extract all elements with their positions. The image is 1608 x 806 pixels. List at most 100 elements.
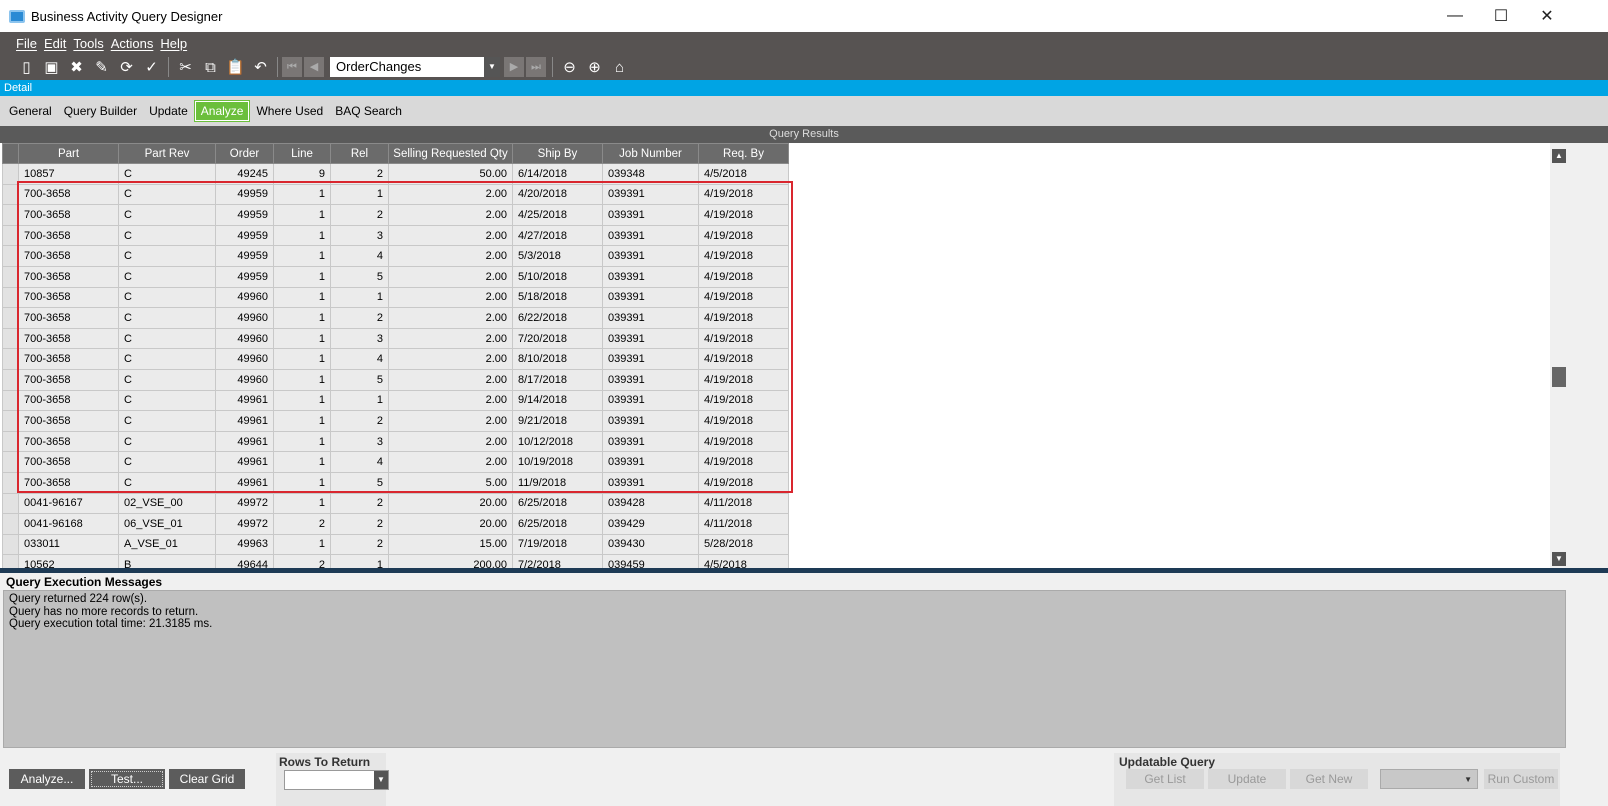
clear-icon[interactable]: ✓ [139,58,164,76]
menu-tools[interactable]: Tools [73,36,103,51]
column-header[interactable]: Req. By [698,143,789,164]
column-header[interactable]: Selling Requested Qty [388,143,513,164]
analyze-button[interactable]: Analyze... [9,769,85,789]
first-record-icon[interactable]: ⏮ [282,57,302,77]
table-row[interactable]: 0041-96168 06_VSE_01 49972 2 2 20.00 6/25/2018… [2,513,789,535]
menu-actions[interactable]: Actions [111,36,154,51]
table-cell[interactable]: 6/25/2018 [512,513,603,535]
column-header[interactable]: Order [215,143,274,164]
table-cell[interactable]: 49963 [215,533,274,556]
column-header[interactable]: Part [18,143,119,164]
table-cell[interactable]: 49972 [215,492,274,515]
attach-icon[interactable]: ✎ [89,58,114,76]
table-cell[interactable]: 7/2/2018 [512,554,603,568]
test-button[interactable]: Test... [89,769,165,789]
table-cell[interactable]: 2 [273,513,331,535]
table-cell[interactable]: 033011 [18,533,119,556]
undo-icon[interactable]: ↶ [248,58,273,76]
get-new-button[interactable]: Get New [1290,769,1368,789]
maximize-button[interactable]: ☐ [1478,0,1524,32]
table-cell[interactable]: 200.00 [388,554,513,568]
table-cell[interactable]: 4/11/2018 [698,513,789,535]
tab-analyze[interactable]: Analyze [193,100,251,122]
update-button[interactable]: Update [1208,769,1286,789]
table-cell[interactable]: 02_VSE_00 [118,492,216,515]
table-cell[interactable]: 6/25/2018 [512,492,603,515]
table-cell[interactable]: 7/19/2018 [512,533,603,556]
menu-edit[interactable]: Edit [44,36,66,51]
table-cell[interactable]: B [118,554,216,568]
tab-query-builder[interactable]: Query Builder [59,102,142,120]
home-icon[interactable]: ⌂ [607,59,632,76]
table-cell[interactable]: 0041-96168 [18,513,119,535]
custom-action-dropdown[interactable]: ▼ [1380,769,1478,789]
scroll-up-icon[interactable]: ▲ [1552,149,1566,163]
table-cell[interactable]: 4/5/2018 [698,554,789,568]
clear-grid-button[interactable]: Clear Grid [169,769,245,789]
table-cell[interactable]: 2 [330,513,389,535]
scrollbar-thumb[interactable] [1552,367,1566,387]
splitter[interactable] [0,568,1608,573]
table-cell[interactable]: 2 [330,533,389,556]
menu-file[interactable]: File [16,36,37,51]
table-cell[interactable]: 06_VSE_01 [118,513,216,535]
table-cell[interactable]: 2 [273,554,331,568]
column-header[interactable]: Job Number [602,143,699,164]
table-cell[interactable]: 2 [330,492,389,515]
chevron-down-icon[interactable]: ▼ [484,57,500,77]
vertical-scrollbar[interactable]: ▲ ▼ [1550,143,1568,568]
back-icon[interactable]: ⊖ [557,58,582,76]
table-cell[interactable]: 0041-96167 [18,492,119,515]
menu-help[interactable]: Help [160,36,187,51]
table-cell[interactable]: 20.00 [388,513,513,535]
table-cell[interactable]: 039430 [602,533,699,556]
column-header[interactable]: Line [273,143,331,164]
chevron-down-icon[interactable]: ▼ [374,771,388,789]
query-id-combo[interactable]: OrderChanges ▼ [330,57,500,77]
forward-icon[interactable]: ⊕ [582,58,607,76]
column-header[interactable]: Rel [330,143,389,164]
table-row[interactable]: 033011 A_VSE_01 49963 1 2 15.00 7/19/2018 03943… [2,533,789,556]
table-cell[interactable]: 4/11/2018 [698,492,789,515]
table-row[interactable]: 10562 B 49644 2 1 200.00 7/2/2018 039459 4/5/201… [2,554,789,568]
next-record-icon[interactable]: ▶ [504,57,524,77]
table-cell[interactable]: 039459 [602,554,699,568]
get-list-button[interactable]: Get List [1126,769,1204,789]
row-selector[interactable] [2,554,19,568]
table-cell[interactable]: 49644 [215,554,274,568]
table-cell[interactable]: 039429 [602,513,699,535]
tab-where-used[interactable]: Where Used [251,102,328,120]
copy-icon[interactable]: ⧉ [198,59,223,76]
refresh-icon[interactable]: ⟳ [114,58,139,76]
row-selector[interactable] [2,533,19,556]
table-cell[interactable]: 1 [273,492,331,515]
table-cell[interactable]: 20.00 [388,492,513,515]
cut-icon[interactable]: ✂ [173,58,198,76]
run-custom-button[interactable]: Run Custom [1484,769,1558,789]
table-row[interactable]: 0041-96167 02_VSE_00 49972 1 2 20.00 6/25/2018… [2,492,789,515]
tab-update[interactable]: Update [144,102,193,120]
table-cell[interactable]: 5/28/2018 [698,533,789,556]
row-selector[interactable] [2,513,19,535]
save-icon[interactable]: ▣ [39,58,64,76]
tab-baq-search[interactable]: BAQ Search [330,102,407,120]
table-cell[interactable]: 10562 [18,554,119,568]
table-cell[interactable]: 1 [330,554,389,568]
previous-record-icon[interactable]: ◀ [304,57,324,77]
table-cell[interactable]: 49972 [215,513,274,535]
new-icon[interactable]: ▯ [14,58,39,76]
table-cell[interactable]: 15.00 [388,533,513,556]
table-cell[interactable]: 1 [273,533,331,556]
last-record-icon[interactable]: ⏭ [526,57,546,77]
table-cell[interactable]: 039428 [602,492,699,515]
tab-general[interactable]: General [4,102,57,120]
scroll-down-icon[interactable]: ▼ [1552,552,1566,566]
paste-icon[interactable]: 📋 [223,58,248,76]
table-cell[interactable]: A_VSE_01 [118,533,216,556]
delete-icon[interactable]: ✖ [64,58,89,76]
column-header[interactable]: Ship By [512,143,603,164]
rows-to-return-input[interactable]: ▼ [284,770,389,790]
row-selector[interactable] [2,492,19,515]
minimize-button[interactable]: — [1432,0,1478,32]
column-header[interactable]: Part Rev [118,143,216,164]
